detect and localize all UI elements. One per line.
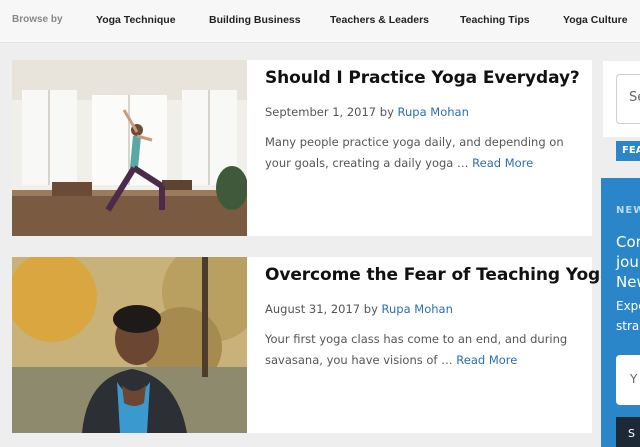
read-more-link[interactable]: Read More	[456, 353, 517, 367]
post-meta: August 31, 2017 by Rupa Mohan	[265, 302, 582, 316]
newsletter-submit-button[interactable]: S	[616, 417, 640, 447]
post-thumbnail-yoga-pose[interactable]	[12, 60, 247, 236]
post-thumbnail-portrait[interactable]	[12, 257, 247, 433]
nav-item-teaching-tips[interactable]: Teaching Tips	[460, 14, 530, 26]
search-input[interactable]: Se	[616, 74, 640, 124]
nav-item-yoga-technique[interactable]: Yoga Technique	[96, 14, 176, 26]
newsletter-email-input[interactable]: Y	[616, 355, 640, 405]
nav-item-building-business[interactable]: Building Business	[209, 14, 301, 26]
post-meta: September 1, 2017 by Rupa Mohan	[265, 105, 582, 119]
newsletter-subtitle: Expe stra	[616, 299, 640, 333]
post-card: Should I Practice Yoga Everyday? Septemb…	[12, 60, 592, 236]
post-date: August 31, 2017	[265, 302, 361, 316]
nav-item-teachers-leaders[interactable]: Teachers & Leaders	[330, 14, 429, 26]
post-title[interactable]: Overcome the Fear of Teaching Yoga	[265, 265, 612, 285]
post-by: by	[363, 302, 378, 316]
post-by: by	[379, 105, 394, 119]
browse-by-label: Browse by	[12, 14, 63, 25]
post-body: Should I Practice Yoga Everyday? Septemb…	[265, 60, 582, 174]
post-excerpt: Many people practice yoga daily, and dep…	[265, 132, 575, 174]
nav-item-yoga-culture[interactable]: Yoga Culture	[563, 14, 628, 26]
post-excerpt-text: Your first yoga class has come to an end…	[265, 332, 568, 367]
post-body: Overcome the Fear of Teaching Yoga Augus…	[265, 257, 612, 371]
post-card: Overcome the Fear of Teaching Yoga Augus…	[12, 257, 612, 433]
post-author-link[interactable]: Rupa Mohan	[398, 105, 469, 119]
post-title[interactable]: Should I Practice Yoga Everyday?	[265, 68, 582, 88]
post-date: September 1, 2017	[265, 105, 377, 119]
newsletter-label: NEW	[616, 205, 640, 216]
top-nav: Browse by Yoga Technique Building Busine…	[0, 0, 640, 43]
read-more-link[interactable]: Read More	[472, 156, 533, 170]
post-excerpt: Your first yoga class has come to an end…	[265, 329, 575, 371]
featured-badge: FEA	[616, 141, 640, 161]
post-author-link[interactable]: Rupa Mohan	[382, 302, 453, 316]
newsletter-title: Cor jou New	[616, 233, 640, 291]
